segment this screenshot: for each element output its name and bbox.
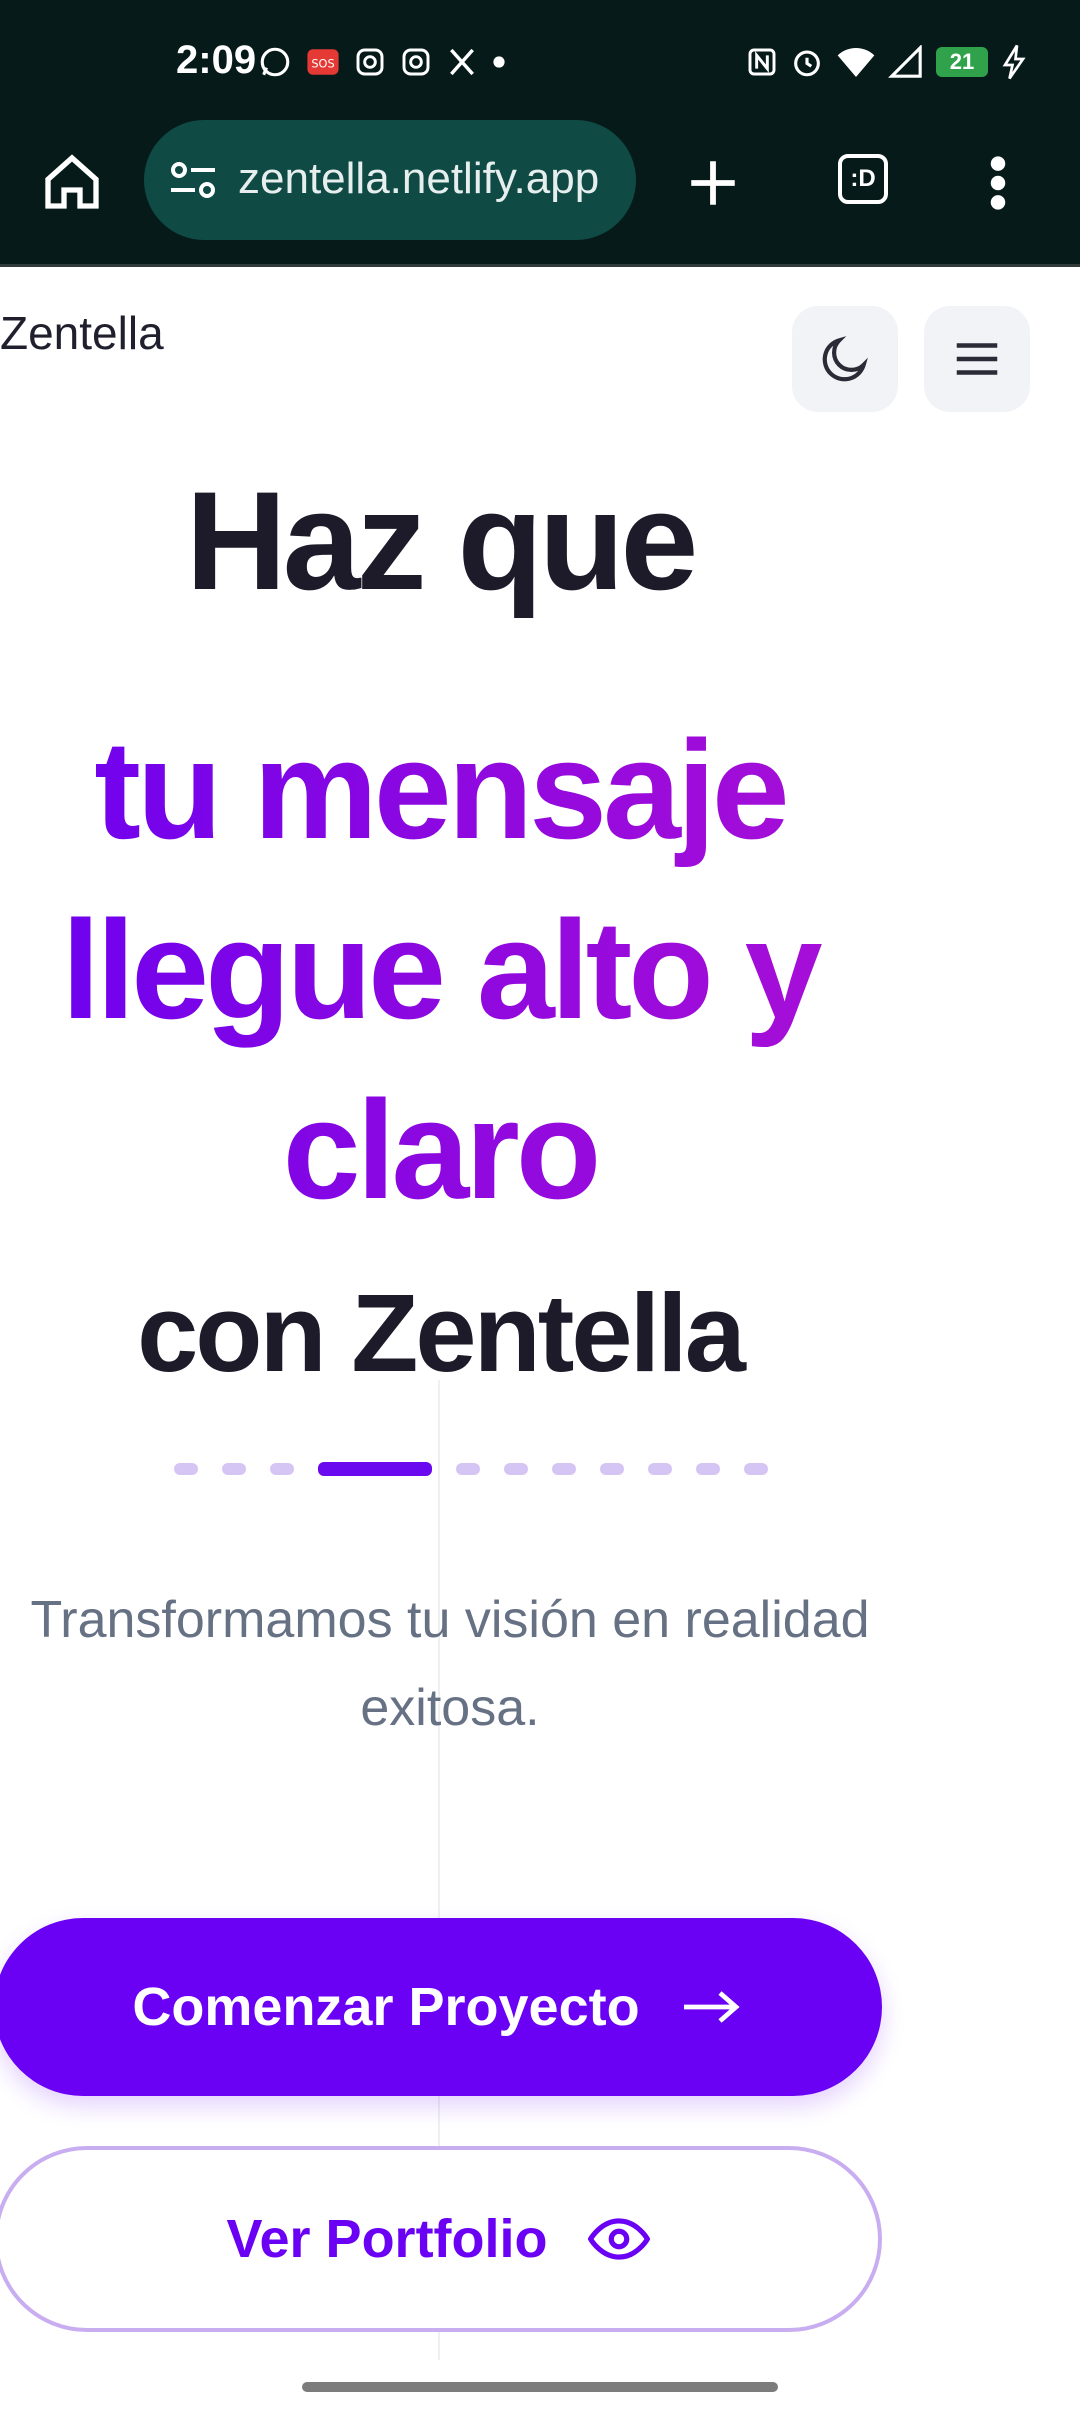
carousel-dot[interactable] [552, 1463, 576, 1475]
tab-switcher-button[interactable]: :D [838, 154, 888, 204]
new-tab-icon[interactable] [684, 154, 742, 212]
site-settings-icon[interactable] [168, 160, 218, 200]
carousel-dot[interactable] [174, 1463, 198, 1475]
nfc-icon [748, 48, 776, 76]
hamburger-icon [956, 343, 998, 375]
home-icon[interactable] [40, 150, 104, 214]
more-options-icon[interactable] [984, 154, 1012, 212]
status-time: 2:09 [176, 38, 257, 82]
hero-title-line1: Haz que [185, 462, 699, 619]
signal-icon [888, 45, 922, 78]
hero-tagline: Transformamos tu visión en realidad exit… [30, 1591, 870, 1737]
arrow-right-icon [683, 1991, 740, 2023]
carousel-dot[interactable] [744, 1463, 768, 1475]
system-icons: 21 [746, 40, 1028, 84]
instagram-icon [402, 48, 430, 76]
status-bar: 2:09 SOS 21 [0, 0, 1080, 120]
hero-title-line5: con Zentella [137, 1272, 746, 1395]
battery-icon: 21 [936, 47, 988, 77]
view-portfolio-label: Ver Portfolio [226, 2209, 548, 2269]
carousel-indicator [174, 1462, 768, 1476]
hero-title-line2: tu mensaje [94, 711, 786, 868]
alarm-icon [794, 50, 820, 77]
carousel-dot[interactable] [696, 1463, 720, 1475]
view-portfolio-button[interactable]: Ver Portfolio [0, 2146, 882, 2332]
carousel-dot[interactable] [600, 1463, 624, 1475]
carousel-dot[interactable] [504, 1463, 528, 1475]
hero-title-highlight: tu mensaje llegue alto y claro [0, 700, 880, 1240]
menu-button[interactable] [924, 306, 1030, 412]
wifi-icon [837, 48, 875, 77]
moon-icon [822, 336, 868, 382]
eye-icon [587, 2218, 650, 2260]
browser-toolbar: zentella.netlify.app :D [0, 120, 1080, 267]
site-logo[interactable]: Zentella [0, 306, 164, 360]
hero-title-line3: llegue alto y [61, 891, 819, 1048]
carousel-dot[interactable] [456, 1463, 480, 1475]
charging-icon [1002, 44, 1026, 80]
notification-icons: SOS [258, 40, 506, 84]
carousel-dot[interactable] [270, 1463, 294, 1475]
x-icon [450, 48, 474, 76]
sos-icon: SOS [307, 49, 339, 75]
hero-title-line4: claro [282, 1071, 598, 1228]
dot-icon [493, 56, 505, 68]
url-text: zentella.netlify.app [238, 154, 600, 203]
instagram-icon [356, 48, 384, 76]
address-bar[interactable]: zentella.netlify.app [144, 120, 636, 240]
start-project-label: Comenzar Proyecto [132, 1977, 640, 2037]
carousel-dot[interactable] [222, 1463, 246, 1475]
carousel-dot[interactable] [318, 1462, 432, 1476]
start-project-button[interactable]: Comenzar Proyecto [0, 1918, 882, 2096]
whatsapp-icon [260, 47, 290, 77]
theme-toggle-button[interactable] [792, 306, 898, 412]
gesture-bar [302, 2382, 778, 2392]
carousel-dot[interactable] [648, 1463, 672, 1475]
svg-text:SOS: SOS [311, 57, 334, 71]
